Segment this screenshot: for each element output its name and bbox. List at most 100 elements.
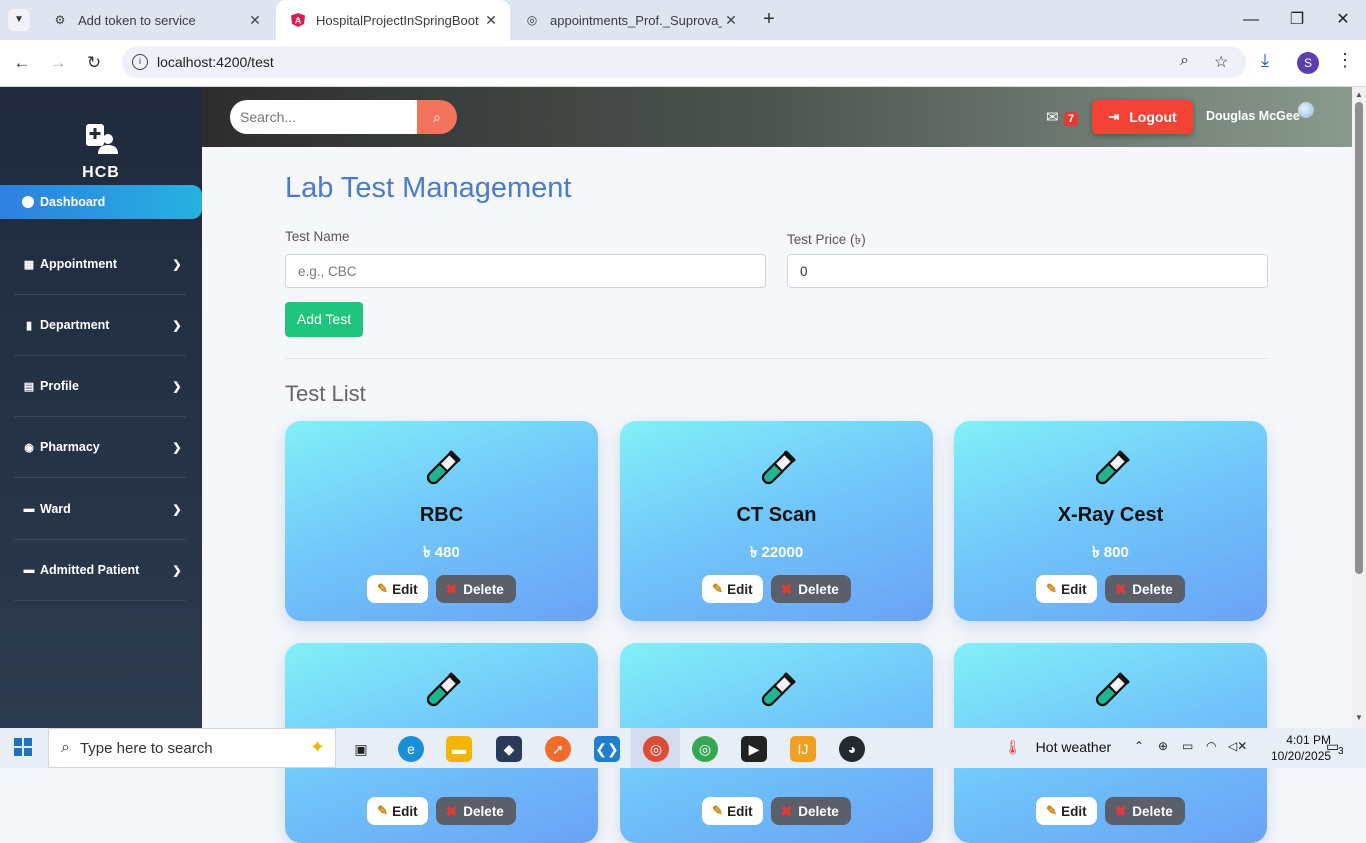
search-button[interactable]: ⌕ bbox=[417, 100, 457, 134]
test-card: X-Ray Cest ৳ 800 ✎ Edit ✖ Delete bbox=[954, 421, 1267, 621]
zoom-icon[interactable]: ⌕ bbox=[1180, 52, 1189, 70]
windows-taskbar: ⌕ Type here to search ✦ ▣ e ▬ ◆ ➚ ❮❯ ◎ ◎… bbox=[0, 728, 1366, 768]
edit-label: Edit bbox=[392, 803, 418, 819]
test-name-input[interactable] bbox=[285, 254, 766, 288]
browser-menu-icon[interactable]: ⋮ bbox=[1336, 50, 1354, 71]
edit-button[interactable]: ✎ Edit bbox=[367, 575, 428, 603]
sidebar-item-department[interactable]: ▮ Department ❯ bbox=[14, 295, 186, 356]
scroll-up-icon[interactable]: ▲ bbox=[1355, 90, 1363, 99]
task-view-icon[interactable]: ▣ bbox=[348, 736, 374, 762]
display-icon[interactable]: ▭ bbox=[1182, 739, 1193, 753]
avatar[interactable] bbox=[1298, 102, 1314, 118]
browser-tab[interactable]: ⚙ Add token to service ✕ bbox=[38, 0, 274, 40]
file-explorer-icon[interactable]: ▬ bbox=[446, 736, 472, 762]
test-card: CT Scan ৳ 22000 ✎ Edit ✖ Delete bbox=[620, 421, 933, 621]
close-tab-icon[interactable]: ✕ bbox=[482, 12, 500, 29]
video-app-icon[interactable]: ▶ bbox=[741, 736, 767, 762]
speaker-muted-icon[interactable]: ◁✕ bbox=[1228, 739, 1247, 753]
delete-button[interactable]: ✖ Delete bbox=[1104, 575, 1185, 603]
edit-button[interactable]: ✎ Edit bbox=[1036, 797, 1097, 825]
close-icon: ✖ bbox=[780, 580, 793, 597]
pencil-icon: ✎ bbox=[712, 803, 724, 818]
sidebar-item-admitted-patient[interactable]: ▬ Admitted Patient ❯ bbox=[14, 540, 186, 601]
site-info-icon[interactable]: i bbox=[132, 54, 148, 70]
notification-icon[interactable]: ▭ 3 bbox=[1326, 738, 1348, 758]
delete-button[interactable]: ✖ Delete bbox=[435, 575, 516, 603]
edit-label: Edit bbox=[727, 803, 753, 819]
weather-widget[interactable]: 🌡 Hot weather bbox=[1004, 739, 1111, 756]
bookmark-star-icon[interactable]: ☆ bbox=[1214, 52, 1228, 72]
chevron-up-icon[interactable]: ⌃ bbox=[1134, 739, 1144, 753]
edit-button[interactable]: ✎ Edit bbox=[702, 797, 763, 825]
postman-icon[interactable]: ➚ bbox=[545, 736, 571, 762]
add-test-button[interactable]: Add Test bbox=[285, 302, 363, 337]
close-tab-icon[interactable]: ✕ bbox=[246, 12, 264, 29]
search-input[interactable] bbox=[230, 100, 417, 134]
logout-button[interactable]: ⇥ Logout bbox=[1092, 100, 1193, 134]
mysql-workbench-icon[interactable]: ◆ bbox=[496, 736, 522, 762]
edge-icon[interactable]: e bbox=[398, 736, 424, 762]
sidebar-item-appointment[interactable]: ▦ Appointment ❯ bbox=[14, 234, 186, 295]
windows-start-icon[interactable] bbox=[14, 738, 32, 756]
delete-button[interactable]: ✖ Delete bbox=[1104, 797, 1185, 825]
card-actions: ✎ Edit ✖ Delete bbox=[285, 575, 598, 603]
test-price-input[interactable] bbox=[787, 254, 1268, 288]
pills-icon: ◉ bbox=[24, 441, 34, 454]
building-icon: ▮ bbox=[25, 319, 33, 332]
chrome-icon[interactable]: ◎ bbox=[643, 736, 669, 762]
download-icon[interactable]: ⤓ bbox=[1261, 50, 1269, 71]
browser-profile-avatar[interactable]: S bbox=[1297, 52, 1319, 74]
browser-tab[interactable]: ◎ appointments_Prof._Suprova_Sl ✕ bbox=[510, 0, 750, 40]
sidebar-item-ward[interactable]: ▬ Ward ❯ bbox=[14, 479, 186, 540]
delete-label: Delete bbox=[798, 803, 839, 819]
vscode-icon[interactable]: ❮❯ bbox=[594, 736, 620, 762]
sidebar-item-profile[interactable]: ▤ Profile ❯ bbox=[14, 356, 186, 417]
restore-icon[interactable]: ❐ bbox=[1274, 0, 1320, 40]
taskbar-clock[interactable]: 4:01 PM 10/20/2025 bbox=[1271, 732, 1331, 764]
test-tube-icon bbox=[1089, 669, 1133, 713]
back-icon[interactable]: ← bbox=[10, 51, 34, 75]
test-card: RBC ৳ 480 ✎ Edit ✖ Delete bbox=[285, 421, 598, 621]
edit-button[interactable]: ✎ Edit bbox=[702, 575, 763, 603]
tab-search-button[interactable]: ▼ bbox=[8, 9, 30, 31]
new-tab-icon[interactable]: + bbox=[757, 8, 781, 32]
test-price: ৳ 22000 bbox=[749, 544, 804, 561]
edit-button[interactable]: ✎ Edit bbox=[1036, 575, 1097, 603]
pencil-icon: ✎ bbox=[1046, 581, 1058, 596]
scrollbar-thumb[interactable] bbox=[1355, 102, 1363, 574]
username: Douglas McGee bbox=[1206, 109, 1300, 123]
chrome-profile-icon[interactable]: ◎ bbox=[692, 736, 718, 762]
divider bbox=[1197, 99, 1198, 135]
edit-button[interactable]: ✎ Edit bbox=[367, 797, 428, 825]
close-window-icon[interactable]: ✕ bbox=[1320, 0, 1366, 40]
network-icon[interactable]: ⊕ bbox=[1158, 739, 1168, 753]
github-desktop-icon[interactable]: ◕ bbox=[839, 736, 865, 762]
calendar-icon: ▦ bbox=[23, 258, 35, 271]
settings-favicon-icon: ⚙ bbox=[54, 13, 66, 27]
close-tab-icon[interactable]: ✕ bbox=[722, 12, 740, 29]
delete-label: Delete bbox=[463, 581, 504, 597]
delete-button[interactable]: ✖ Delete bbox=[770, 575, 851, 603]
test-name: RBC bbox=[419, 504, 464, 526]
delete-button[interactable]: ✖ Delete bbox=[770, 797, 851, 825]
mail-icon[interactable]: ✉ bbox=[1046, 108, 1059, 126]
reload-icon[interactable]: ↻ bbox=[82, 51, 106, 75]
delete-label: Delete bbox=[463, 803, 504, 819]
sidebar-item-pharmacy[interactable]: ◉ Pharmacy ❯ bbox=[14, 417, 186, 478]
search-highlight-icon: ✦ bbox=[309, 737, 325, 757]
minimize-icon[interactable]: — bbox=[1228, 0, 1274, 40]
address-bar: ← → ↻ i localhost:4200/test ⌕ ☆ bbox=[0, 40, 1366, 87]
url-input[interactable]: i localhost:4200/test ⌕ ☆ bbox=[122, 46, 1246, 78]
wifi-icon[interactable]: ◠ bbox=[1206, 739, 1216, 753]
notification-count: 3 bbox=[1338, 746, 1344, 757]
scroll-down-icon[interactable]: ▼ bbox=[1355, 713, 1363, 722]
chevron-down-icon: ❯ bbox=[172, 503, 182, 516]
id-card-icon: ▤ bbox=[23, 380, 35, 393]
forward-icon[interactable]: → bbox=[46, 51, 70, 75]
intellij-icon[interactable]: IJ bbox=[790, 736, 816, 762]
taskbar-search-input[interactable]: ⌕ Type here to search ✦ bbox=[48, 728, 336, 768]
sidebar-item-dashboard[interactable]: Dashboard bbox=[0, 185, 202, 219]
browser-tab-active[interactable]: A HospitalProjectInSpringBoot ✕ bbox=[276, 0, 510, 40]
delete-button[interactable]: ✖ Delete bbox=[435, 797, 516, 825]
svg-text:A: A bbox=[295, 16, 302, 26]
